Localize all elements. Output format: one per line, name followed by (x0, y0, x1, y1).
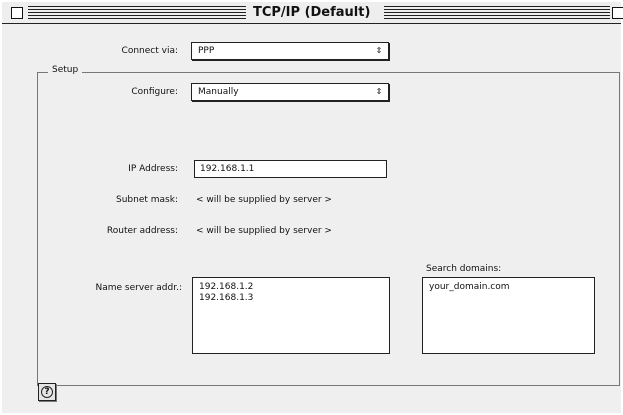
configure-value: Manually (198, 87, 239, 97)
subnet-mask-label: Subnet mask: (116, 195, 178, 205)
setup-group-title: Setup (48, 65, 83, 75)
title-stripes-right (384, 6, 610, 20)
help-question-icon: ? (41, 386, 53, 398)
zoom-box[interactable] (612, 7, 623, 19)
search-domains-list[interactable]: your_domain.com (422, 277, 595, 354)
up-down-arrows-icon: ⇕ (375, 46, 383, 55)
title-bar[interactable]: TCP/IP (Default) (2, 2, 623, 24)
up-down-arrows-icon: ⇕ (375, 87, 383, 96)
window-title: TCP/IP (Default) (247, 3, 377, 23)
tcpip-window: TCP/IP (Default) Connect via: PPP ⇕ Setu… (0, 0, 623, 415)
name-server-list[interactable]: 192.168.1.2 192.168.1.3 (192, 277, 390, 354)
configure-label: Configure: (131, 87, 178, 97)
help-button[interactable]: ? (38, 383, 56, 401)
list-item[interactable]: 192.168.1.3 (199, 293, 383, 304)
configure-popup[interactable]: Manually ⇕ (191, 83, 389, 101)
list-item[interactable]: 192.168.1.2 (199, 282, 383, 293)
close-box[interactable] (11, 7, 23, 19)
search-domains-label: Search domains: (426, 264, 502, 274)
ip-address-label: IP Address: (128, 164, 178, 174)
connect-via-popup[interactable]: PPP ⇕ (191, 42, 389, 60)
connect-via-label: Connect via: (121, 46, 178, 56)
router-address-value: < will be supplied by server > (196, 226, 332, 236)
name-server-label: Name server addr.: (95, 283, 182, 293)
subnet-mask-value: < will be supplied by server > (196, 195, 332, 205)
ip-address-field[interactable]: 192.168.1.1 (194, 160, 387, 178)
router-address-label: Router address: (106, 226, 178, 236)
connect-via-value: PPP (198, 46, 215, 56)
title-stripes-left (28, 6, 246, 20)
window-body: Connect via: PPP ⇕ Setup Configure: Manu… (2, 24, 621, 413)
list-item[interactable]: your_domain.com (429, 282, 588, 293)
